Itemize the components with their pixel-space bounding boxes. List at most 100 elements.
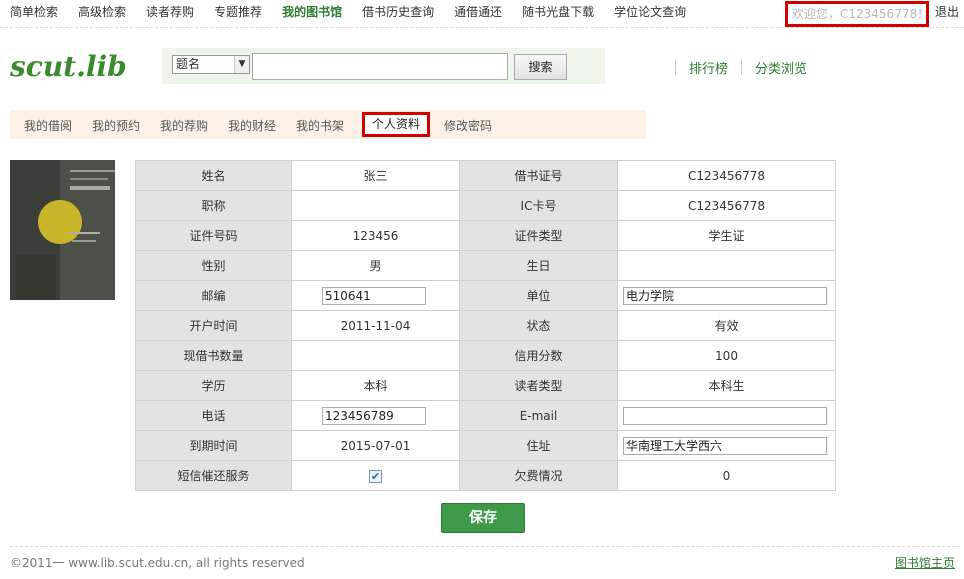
email-field[interactable] [623, 406, 827, 425]
sms-reminder-checkbox[interactable]: ✔ [369, 469, 382, 483]
tab-my-reservations[interactable]: 我的预约 [92, 117, 140, 134]
table-row: 短信催还服务 ✔ 欠费情况 0 [135, 460, 836, 491]
phone-field[interactable] [322, 406, 426, 425]
value-gender: 男 [291, 250, 460, 281]
address-cell [617, 430, 836, 461]
value-arrears: 0 [617, 460, 836, 491]
value-education: 本科 [291, 370, 460, 401]
label-postcode: 邮编 [135, 280, 292, 311]
value-credit-score: 100 [617, 340, 836, 371]
search-field-select[interactable]: 题名 ▼ [172, 55, 250, 74]
user-photo-image [10, 160, 115, 300]
postcode-cell [291, 280, 460, 311]
profile-table: 姓名 张三 借书证号 C123456778 职称 IC卡号 C123456778… [135, 160, 836, 491]
table-row: 证件号码 123456 证件类型 学生证 [135, 220, 836, 251]
top-nav: 简单检索 高级检索 读者荐购 专题推荐 我的图书馆 借书历史查询 通借通还 随书… [0, 0, 964, 28]
label-card-number: 借书证号 [459, 160, 618, 191]
label-gender: 性别 [135, 250, 292, 281]
divider [741, 59, 743, 75]
table-row: 学历 本科 读者类型 本科生 [135, 370, 836, 401]
address-field[interactable] [623, 436, 827, 455]
nav-borrow-history[interactable]: 借书历史查询 [362, 4, 434, 20]
nav-topic-recommend[interactable]: 专题推荐 [214, 4, 262, 20]
label-address: 住址 [459, 430, 618, 461]
save-button[interactable]: 保存 [441, 503, 525, 533]
nav-thesis-search[interactable]: 学位论文查询 [614, 4, 686, 20]
value-expiry-date: 2015-07-01 [291, 430, 460, 461]
tab-change-password[interactable]: 修改密码 [444, 117, 492, 134]
nav-my-library[interactable]: 我的图书馆 [282, 4, 342, 20]
value-status: 有效 [617, 310, 836, 341]
tab-my-borrowing[interactable]: 我的借阅 [24, 117, 72, 134]
nav-advanced-search[interactable]: 高级检索 [78, 4, 126, 20]
phone-cell [291, 400, 460, 431]
label-id-number: 证件号码 [135, 220, 292, 251]
label-email: E-mail [459, 400, 618, 431]
category-browse-link[interactable]: 分类浏览 [755, 58, 807, 77]
label-title: 职称 [135, 190, 292, 221]
table-row: 开户时间 2011-11-04 状态 有效 [135, 310, 836, 341]
search-button[interactable]: 搜索 [514, 54, 567, 80]
logout-link[interactable]: 退出 [935, 3, 959, 20]
table-row: 职称 IC卡号 C123456778 [135, 190, 836, 221]
label-expiry-date: 到期时间 [135, 430, 292, 461]
label-id-type: 证件类型 [459, 220, 618, 251]
table-row: 现借书数量 信用分数 100 [135, 340, 836, 371]
sub-nav: 我的借阅 我的预约 我的荐购 我的财经 我的书架 个人资料 修改密码 [10, 110, 646, 139]
tab-my-recommendations[interactable]: 我的荐购 [160, 117, 208, 134]
label-status: 状态 [459, 310, 618, 341]
value-name: 张三 [291, 160, 460, 191]
label-current-borrowed: 现借书数量 [135, 340, 292, 371]
label-birthday: 生日 [459, 250, 618, 281]
chevron-down-icon[interactable]: ▼ [234, 56, 249, 73]
copyright-text: ©2011一 www.lib.scut.edu.cn, all rights r… [10, 556, 305, 570]
label-ic-card: IC卡号 [459, 190, 618, 221]
label-education: 学历 [135, 370, 292, 401]
header-right-links: 排行榜 分类浏览 [675, 58, 807, 77]
label-open-date: 开户时间 [135, 310, 292, 341]
value-ic-card: C123456778 [617, 190, 836, 221]
search-input[interactable] [252, 53, 508, 80]
table-row: 姓名 张三 借书证号 C123456778 [135, 160, 836, 191]
email-cell [617, 400, 836, 431]
ranking-link[interactable]: 排行榜 [689, 58, 728, 77]
tab-my-finance[interactable]: 我的财经 [228, 117, 276, 134]
tab-personal-info[interactable]: 个人资料 [362, 112, 430, 137]
label-name: 姓名 [135, 160, 292, 191]
site-logo[interactable]: scut.lib [10, 50, 127, 83]
user-photo [10, 160, 115, 300]
value-card-number: C123456778 [617, 160, 836, 191]
nav-simple-search[interactable]: 简单检索 [10, 4, 58, 20]
value-reader-type: 本科生 [617, 370, 836, 401]
label-organization: 单位 [459, 280, 618, 311]
nav-interlibrary[interactable]: 通借通还 [454, 4, 502, 20]
label-credit-score: 信用分数 [459, 340, 618, 371]
value-current-borrowed [291, 340, 460, 371]
label-sms-reminder: 短信催还服务 [135, 460, 292, 491]
organization-cell [617, 280, 836, 311]
nav-cd-download[interactable]: 随书光盘下载 [522, 4, 594, 20]
value-open-date: 2011-11-04 [291, 310, 460, 341]
footer-divider [10, 546, 960, 547]
library-home-link[interactable]: 图书馆主页 [895, 554, 955, 571]
table-row: 性别 男 生日 [135, 250, 836, 281]
table-row: 邮编 单位 [135, 280, 836, 311]
top-nav-links: 简单检索 高级检索 读者荐购 专题推荐 我的图书馆 借书历史查询 通借通还 随书… [10, 4, 706, 20]
value-birthday [617, 250, 836, 281]
tab-my-bookshelf[interactable]: 我的书架 [296, 117, 344, 134]
nav-reader-recommend[interactable]: 读者荐购 [146, 4, 194, 20]
value-id-number: 123456 [291, 220, 460, 251]
welcome-message: 欢迎您，C123456778！ [785, 1, 929, 27]
label-reader-type: 读者类型 [459, 370, 618, 401]
search-field-selected: 题名 [176, 57, 201, 71]
sms-reminder-cell: ✔ [291, 460, 460, 491]
label-phone: 电话 [135, 400, 292, 431]
search-bar: 题名 ▼ 搜索 [162, 48, 605, 84]
divider [675, 59, 676, 75]
organization-field[interactable] [623, 286, 827, 305]
table-row: 到期时间 2015-07-01 住址 [135, 430, 836, 461]
table-row: 电话 E-mail [135, 400, 836, 431]
label-arrears: 欠费情况 [459, 460, 618, 491]
value-title [291, 190, 460, 221]
postcode-field[interactable] [322, 286, 426, 305]
